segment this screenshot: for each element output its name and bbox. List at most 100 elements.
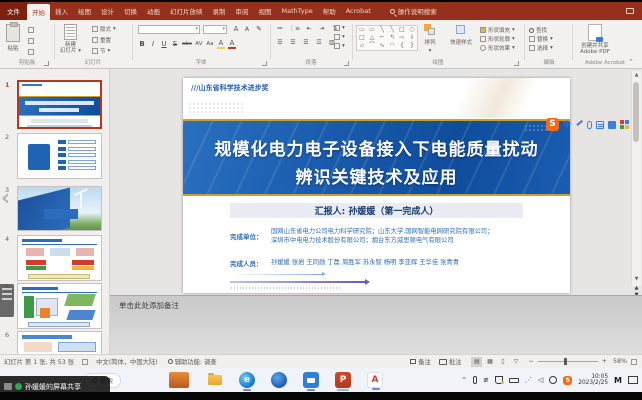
shape-fill-button[interactable]: 形状填充 ▾ bbox=[480, 26, 515, 34]
tray-expand-icon[interactable]: ⌃ bbox=[461, 376, 467, 384]
highlight-color-button[interactable]: A bbox=[217, 39, 225, 49]
tab-acrobat[interactable]: Acrobat bbox=[341, 2, 376, 20]
increase-font-button[interactable]: A bbox=[232, 25, 240, 33]
ime-grid-icon[interactable] bbox=[620, 120, 629, 129]
tab-mathtype[interactable]: MathType bbox=[277, 2, 318, 20]
tab-animations[interactable]: 动画 bbox=[142, 2, 165, 20]
tab-help[interactable]: 帮助 bbox=[318, 2, 341, 20]
create-pdf-button[interactable]: 创建并共享Adobe PDF bbox=[580, 24, 610, 55]
powerpoint-button[interactable]: P bbox=[335, 372, 351, 388]
text-direction-button[interactable]: ▾ bbox=[334, 25, 345, 31]
ime-toolbar[interactable]: S 中 bbox=[546, 117, 629, 132]
arrange-button[interactable]: 排列▾ bbox=[424, 24, 436, 54]
reading-view-button[interactable]: ▯ bbox=[497, 357, 508, 367]
shape-effects-button[interactable]: 形状效果 ▾ bbox=[480, 44, 515, 52]
tray-battery-icon[interactable] bbox=[509, 378, 519, 383]
ime-keyboard-icon[interactable] bbox=[596, 121, 604, 129]
shape-outline-button[interactable]: 形状轮廓 ▾ bbox=[480, 35, 515, 43]
comments-button[interactable] bbox=[626, 2, 634, 20]
increase-indent-button[interactable]: ⇥ bbox=[318, 25, 326, 32]
paragraph-dialog-launcher[interactable] bbox=[344, 61, 349, 66]
slide-thumbnail-5[interactable] bbox=[17, 283, 102, 329]
scrollbar-thumb[interactable] bbox=[633, 82, 639, 142]
edge-browser-button[interactable]: e bbox=[239, 372, 255, 388]
tray-network-icon[interactable]: ⋰ bbox=[525, 376, 532, 384]
tab-slideshow[interactable]: 幻灯片放映 bbox=[165, 2, 208, 20]
notes-pane[interactable]: 单击此处添加备注 bbox=[110, 295, 642, 354]
slide-canvas[interactable]: ///山东省科学技术进步奖 规模化电力电子设备接入下电能质量扰动 辨识关键技术及… bbox=[183, 78, 570, 293]
find-button[interactable]: 查找 bbox=[529, 26, 553, 34]
slide-thumbnail-6[interactable] bbox=[17, 331, 102, 355]
change-case-button[interactable]: Aa bbox=[206, 41, 214, 47]
bold-button[interactable]: B bbox=[138, 40, 146, 48]
slide-sorter-view-button[interactable]: ▦ bbox=[484, 357, 495, 367]
display-settings-icon[interactable] bbox=[82, 359, 88, 365]
meeting-app-button[interactable] bbox=[303, 372, 319, 388]
tray-display-icon[interactable] bbox=[628, 376, 638, 384]
justify-button[interactable]: ☲ bbox=[315, 39, 323, 46]
slide-thumbnail-3[interactable] bbox=[17, 186, 102, 231]
align-text-button[interactable]: ▾ bbox=[334, 34, 345, 40]
tray-mixer-icon[interactable]: ≢ bbox=[483, 376, 489, 384]
share-mini-panel[interactable] bbox=[0, 284, 14, 317]
scroll-up-icon[interactable]: ▲ bbox=[632, 72, 641, 78]
previous-slide-button[interactable]: ▲ bbox=[632, 285, 641, 291]
tray-clock[interactable]: 10:052023/2/25 bbox=[578, 374, 608, 387]
widgets-button[interactable] bbox=[169, 372, 189, 388]
scroll-down-icon[interactable]: ▼ bbox=[632, 276, 641, 282]
normal-view-button[interactable]: ▤ bbox=[471, 357, 482, 367]
tray-sogou-icon[interactable]: S bbox=[563, 376, 572, 385]
italic-button[interactable]: I bbox=[149, 40, 157, 48]
tab-record[interactable]: 录制 bbox=[208, 2, 231, 20]
tray-globe-icon[interactable] bbox=[549, 376, 557, 384]
align-center-button[interactable]: ☰ bbox=[289, 39, 297, 46]
slide-thumbnail-4[interactable] bbox=[17, 235, 102, 281]
font-color-button[interactable]: A bbox=[228, 39, 236, 49]
bullets-button[interactable]: ≔ bbox=[276, 25, 284, 32]
zoom-in-button[interactable]: + bbox=[602, 358, 607, 365]
fit-to-window-icon[interactable] bbox=[631, 359, 637, 365]
slide-thumbnail-2[interactable] bbox=[17, 133, 102, 179]
app-blue-circle-button[interactable] bbox=[271, 372, 287, 388]
tab-draw[interactable]: 绘图 bbox=[73, 2, 96, 20]
tab-transitions[interactable]: 切换 bbox=[119, 2, 142, 20]
decrease-font-button[interactable]: A bbox=[243, 26, 251, 33]
tell-me-search[interactable]: 操作说明搜索 bbox=[390, 2, 437, 20]
align-left-button[interactable]: ☰ bbox=[276, 39, 284, 46]
zoom-slider[interactable] bbox=[538, 361, 598, 362]
comments-toggle-button[interactable]: 批注 bbox=[439, 357, 462, 366]
clear-formatting-button[interactable]: ✎ bbox=[255, 25, 263, 33]
decrease-indent-button[interactable]: ⇤ bbox=[305, 25, 313, 32]
notes-toggle-button[interactable]: 备注 bbox=[410, 357, 431, 366]
sogou-logo-icon[interactable]: S bbox=[546, 118, 559, 131]
zoom-out-button[interactable]: − bbox=[528, 358, 533, 365]
language-status[interactable]: 中文(简体，中国大陆) bbox=[96, 357, 158, 366]
ime-mode-chinese[interactable]: 中 bbox=[563, 119, 571, 130]
tray-mic-icon[interactable] bbox=[473, 376, 477, 384]
collapse-ribbon-button[interactable]: ⌃ bbox=[628, 58, 634, 66]
layout-button[interactable]: 版式 ▾ bbox=[92, 25, 116, 33]
tab-review[interactable]: 审阅 bbox=[231, 2, 254, 20]
acrobat-button[interactable]: A bbox=[367, 372, 383, 388]
tab-design[interactable]: 设计 bbox=[96, 2, 119, 20]
align-right-button[interactable]: ☰ bbox=[302, 39, 310, 46]
new-slide-button[interactable]: 新建幻灯片 ▾ bbox=[60, 24, 81, 54]
numbering-button[interactable]: ⋮≡ bbox=[289, 25, 300, 32]
font-name-select[interactable] bbox=[138, 25, 200, 34]
file-explorer-button[interactable] bbox=[207, 372, 223, 388]
paste-button[interactable]: 粘贴 bbox=[6, 24, 20, 52]
ime-pen-icon[interactable] bbox=[575, 121, 583, 129]
font-dialog-launcher[interactable] bbox=[262, 61, 267, 66]
smartart-button[interactable]: ▾ bbox=[334, 43, 345, 49]
accessibility-status[interactable]: 辅助功能: 调查 bbox=[168, 357, 217, 366]
reset-button[interactable]: 重置 bbox=[92, 36, 116, 44]
tab-view[interactable]: 视图 bbox=[254, 2, 277, 20]
tray-volume-icon[interactable]: ◁ bbox=[538, 376, 543, 384]
share-nav-chevron-icon[interactable]: ‹ bbox=[1, 186, 10, 211]
strikethrough-button[interactable]: S bbox=[171, 40, 179, 48]
font-size-select[interactable] bbox=[203, 25, 227, 34]
character-spacing-button[interactable]: AV bbox=[195, 41, 203, 47]
tab-home[interactable]: 开始 bbox=[27, 4, 50, 20]
tray-shield-icon[interactable] bbox=[495, 376, 503, 384]
format-painter-button[interactable] bbox=[28, 48, 34, 56]
